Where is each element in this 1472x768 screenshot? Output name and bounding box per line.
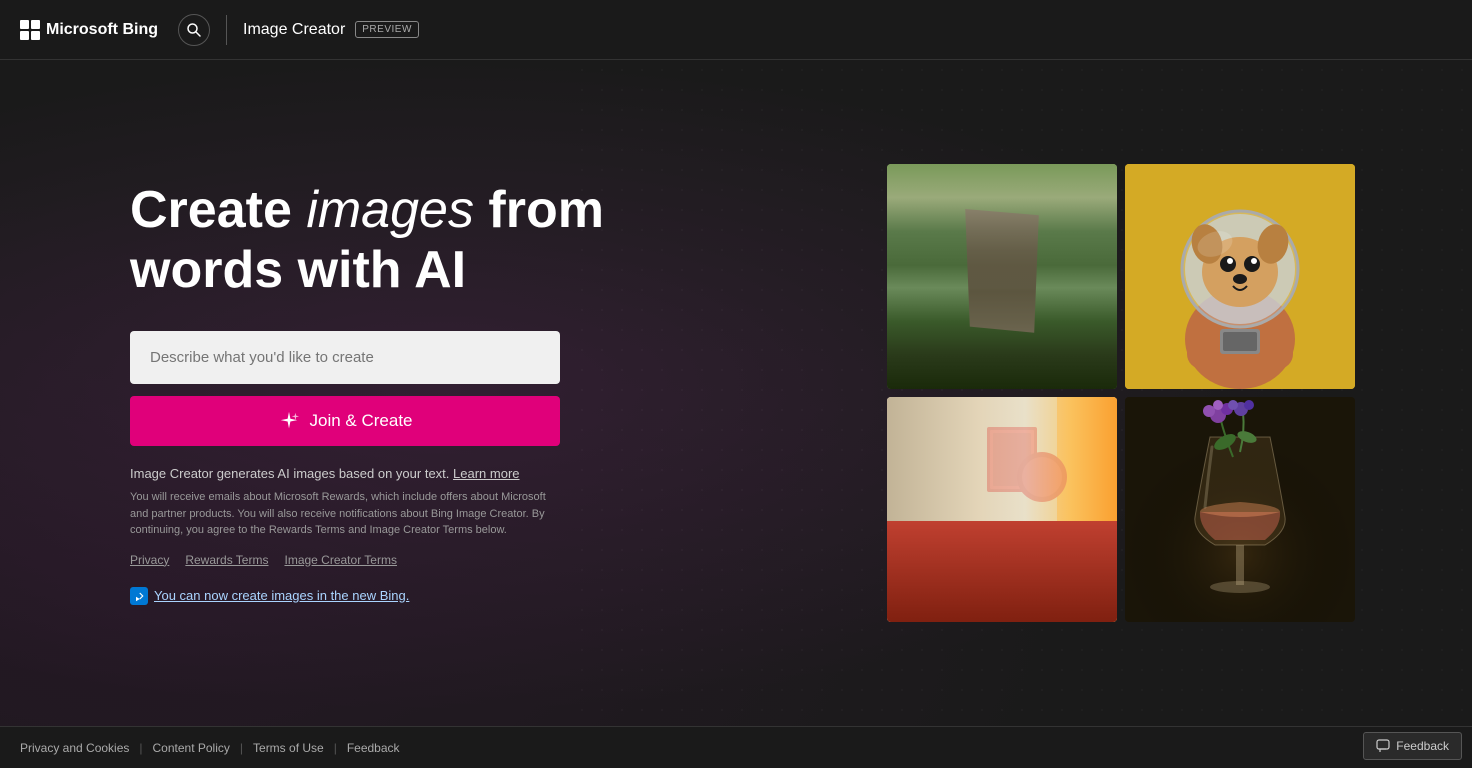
search-icon: [186, 22, 202, 38]
header: Microsoft Bing Image Creator PREVIEW: [0, 0, 1472, 60]
rewards-terms-link[interactable]: Rewards Terms: [185, 553, 268, 567]
header-title-section: Image Creator PREVIEW: [243, 21, 419, 39]
bing-sparkle-icon: [130, 587, 148, 605]
generated-image-ruins: [887, 164, 1117, 389]
generated-image-wine: [1125, 397, 1355, 622]
ruins-image-svg: [887, 164, 1117, 389]
header-title: Image Creator: [243, 21, 345, 39]
wine-svg: [1125, 397, 1355, 622]
headline-part1: Create: [130, 181, 306, 239]
join-create-label: Join & Create: [310, 411, 413, 431]
bing-logo[interactable]: Microsoft Bing: [20, 20, 158, 40]
learn-more-link[interactable]: Learn more: [453, 466, 519, 481]
footer: Privacy and Cookies | Content Policy | T…: [0, 726, 1472, 768]
new-bing-text: You can now create images in the new Bin…: [154, 588, 409, 603]
headline-italic: images: [306, 181, 474, 239]
search-circle: [178, 14, 210, 46]
join-create-button[interactable]: Join & Create: [130, 396, 560, 446]
footer-terms-of-use[interactable]: Terms of Use: [243, 741, 334, 755]
terms-body: You will receive emails about Microsoft …: [130, 489, 560, 539]
headline: Create images from words with AI: [130, 181, 750, 301]
sparkle-icon: [278, 410, 300, 432]
info-text: Image Creator generates AI images based …: [130, 466, 560, 481]
header-divider: [226, 15, 227, 45]
new-bing-link[interactable]: You can now create images in the new Bin…: [130, 587, 750, 605]
prompt-input[interactable]: [130, 331, 560, 384]
image-creator-terms-link[interactable]: Image Creator Terms: [284, 553, 396, 567]
feedback-icon: [1376, 739, 1390, 753]
left-section: Create images from words with AI Join & …: [130, 60, 790, 726]
feedback-float-label: Feedback: [1396, 739, 1449, 753]
bing-logo-squares: [20, 20, 40, 40]
feedback-float-button[interactable]: Feedback: [1363, 732, 1462, 760]
image-grid: [887, 164, 1355, 622]
generated-image-dog-astronaut: [1125, 164, 1355, 389]
bing-logo-icon: Microsoft Bing: [20, 20, 158, 40]
terms-links: Privacy Rewards Terms Image Creator Term…: [130, 553, 750, 567]
room-svg: [887, 397, 1117, 622]
generated-image-room: [887, 397, 1117, 622]
main-content: Create images from words with AI Join & …: [0, 60, 1472, 726]
search-button[interactable]: [178, 14, 210, 46]
privacy-link[interactable]: Privacy: [130, 553, 169, 567]
bing-logo-text: Microsoft Bing: [46, 21, 158, 39]
dog-astronaut-svg: [1125, 164, 1355, 389]
preview-badge: PREVIEW: [355, 21, 419, 38]
right-section: [790, 60, 1472, 726]
footer-privacy-cookies[interactable]: Privacy and Cookies: [20, 741, 139, 755]
footer-content-policy[interactable]: Content Policy: [143, 741, 240, 755]
footer-feedback-link[interactable]: Feedback: [337, 741, 410, 755]
info-text-main: Image Creator generates AI images based …: [130, 466, 449, 481]
